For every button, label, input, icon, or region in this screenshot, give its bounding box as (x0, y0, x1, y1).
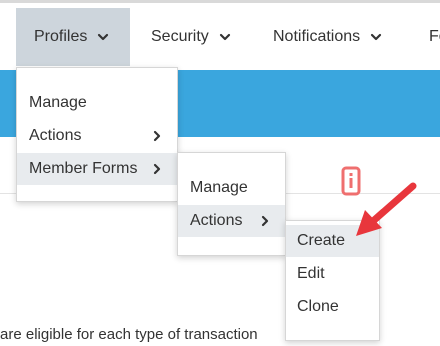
profiles-menu: Manage Actions Member Forms (16, 67, 178, 202)
menu-item-label: Actions (29, 127, 82, 144)
chevron-right-icon (259, 215, 271, 227)
nav-profiles[interactable]: Profiles (16, 8, 130, 66)
chevron-down-icon (219, 31, 231, 43)
member-forms-submenu: Manage Actions (177, 152, 286, 256)
menu-item-label: Edit (297, 265, 325, 282)
top-navbar: Profiles Security Notifications Fo (0, 3, 440, 70)
menu-item-label: Actions (190, 212, 243, 229)
nav-forms-label: Fo (429, 28, 440, 45)
menu-item-clone[interactable]: Clone (286, 291, 379, 323)
nav-notifications-label: Notifications (273, 28, 361, 45)
menu-item-label: Create (297, 232, 346, 249)
chevron-right-icon (151, 163, 163, 175)
nav-profiles-label: Profiles (34, 28, 88, 45)
submenu-item-actions[interactable]: Actions (178, 205, 285, 237)
nav-forms-truncated[interactable]: Fo (411, 8, 440, 66)
menu-item-label: Member Forms (29, 160, 138, 177)
menu-item-manage[interactable]: Manage (17, 87, 177, 119)
nav-security[interactable]: Security (133, 8, 251, 66)
menu-item-label: Manage (29, 94, 87, 111)
chevron-down-icon (97, 31, 109, 43)
menu-item-edit[interactable]: Edit (286, 258, 379, 290)
submenu-item-manage[interactable]: Manage (178, 172, 285, 204)
menu-item-label: Clone (297, 298, 339, 315)
menu-item-member-forms[interactable]: Member Forms (17, 153, 177, 185)
menu-item-label: Manage (190, 179, 248, 196)
nav-notifications[interactable]: Notifications (255, 8, 405, 66)
nav-security-label: Security (151, 28, 209, 45)
chevron-down-icon (370, 31, 382, 43)
menu-item-actions[interactable]: Actions (17, 120, 177, 152)
annotation-arrow-icon (356, 182, 417, 236)
chevron-right-icon (151, 130, 163, 142)
